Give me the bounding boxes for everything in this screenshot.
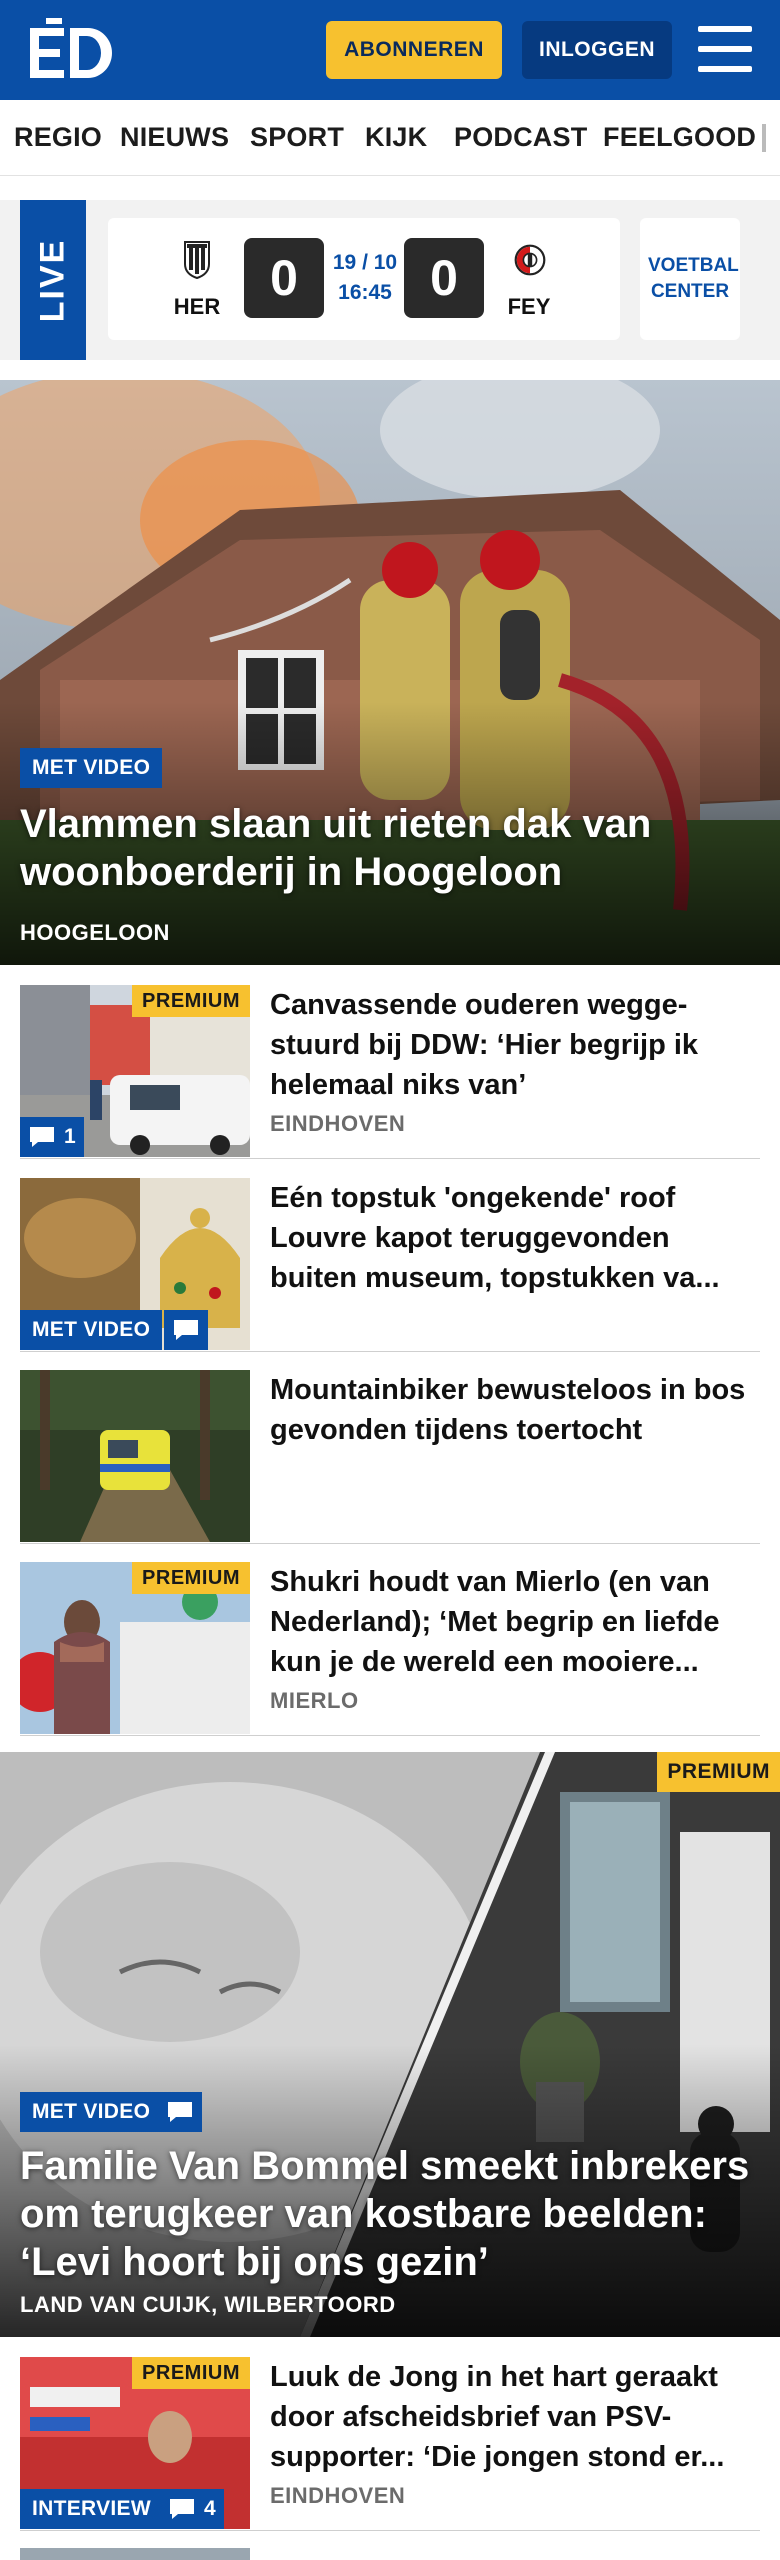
article-thumbnail: PREMIUM 1 [20,985,250,1157]
feyenoord-crest-icon [514,244,546,276]
ed-logo-icon [30,18,112,78]
login-button[interactable]: INLOGGEN [522,21,672,79]
home-score: 0 [244,238,324,318]
live-label: LIVE [33,238,72,322]
article-thumbnail: MET VIDEO [20,1178,250,1350]
home-club: HER [162,218,232,340]
site-header: ABONNEREN INLOGGEN [0,0,780,100]
voetbal-center-button[interactable]: VOETBAL CENTER [640,218,740,340]
away-score: 0 [404,238,484,318]
away-club-name: FEY [507,294,551,319]
article-title: Luuk de Jong in het hart geraakt door af… [270,2361,725,2473]
premium-badge: PREMIUM [132,1562,250,1594]
hero-title: Familie Van Bommel smeekt inbrekers om t… [20,2144,750,2284]
article-title: Eén topstuk 'ongekende' roof Louvre kapo… [270,1182,720,1294]
nav-item-sport[interactable]: SPORT [250,122,344,153]
article-item[interactable]: PREMIUM INTERVIEW 4 Luuk de Jong in het … [20,2357,760,2531]
article-thumbnail [20,1370,250,1542]
nav-item-podcast[interactable]: PODCAST [454,122,587,153]
article-title: Mountainbiker bewusteloos in bos gevonde… [270,1374,746,1446]
thumbnail-forest-image [20,1370,250,1542]
subscribe-button[interactable]: ABONNEREN [326,21,502,79]
match-datetime: 19 / 10 16:45 [320,248,410,308]
match-time: 16:45 [338,281,392,304]
article-location: MIERLO [270,1688,359,1713]
article-item[interactable]: PREMIUM Shukri houdt van Mierlo (en van … [20,1562,760,1736]
article-location: EINDHOVEN [270,1111,406,1136]
comments-badge[interactable]: 4 [160,2489,224,2529]
video-badge: MET VIDEO [20,748,163,788]
article-title: Shukri houdt van Mierlo (en van Nederlan… [270,1566,720,1678]
voetbal-center-label: VOETBAL CENTER [648,255,739,302]
video-badge: MET VIDEO [20,2092,163,2132]
nav-item-nieuws[interactable]: NIEUWS [120,122,229,153]
comment-icon [30,1127,54,1147]
premium-badge: PREMIUM [657,1752,780,1792]
article-item[interactable]: MET VIDEO Eén topstuk 'ongekende' roof L… [20,1178,760,1352]
nav-overflow-indicator [762,124,766,152]
article-thumbnail: PREMIUM [20,1562,250,1734]
article-item[interactable]: Mountainbiker bewusteloos in bos gevonde… [20,1370,760,1544]
away-club: FEY [494,218,564,340]
comments-badge[interactable] [164,1310,208,1350]
menu-icon[interactable] [698,26,752,72]
article-thumbnail: PREMIUM INTERVIEW 4 [20,2357,250,2529]
article-location: EINDHOVEN [270,2483,406,2508]
hero-location: HOOGELOON [20,920,170,945]
comment-icon [168,2102,192,2122]
hero-title: Vlammen slaan uit rieten dak van woonboe… [20,802,652,894]
match-card[interactable]: HER 0 19 / 10 16:45 0 FEY [108,218,620,340]
live-scores-bar: LIVE HER 0 19 / 10 16:45 0 FEY VOETBAL C… [0,200,780,360]
article-title: Canvassende ouderen wegge­stuurd bij DDW… [270,989,699,1101]
nav-item-kijk[interactable]: KIJK [365,122,427,153]
heracles-crest-icon [184,241,210,280]
comments-badge[interactable] [158,2092,202,2132]
premium-badge: PREMIUM [132,985,250,1017]
comment-icon [174,1320,198,1340]
video-badge: MET VIDEO [20,1310,163,1350]
nav-item-regio[interactable]: REGIO [14,122,102,153]
premium-badge: PREMIUM [132,2357,250,2389]
ed-logo[interactable] [28,18,116,80]
next-article-thumbnail-partial [20,2548,250,2560]
nav-item-feelgood[interactable]: FEELGOOD [603,122,756,153]
comments-badge[interactable]: 1 [20,1117,84,1157]
hero-location: LAND VAN CUIJK, WILBERTOORD [20,2292,396,2317]
main-nav: REGIO NIEUWS SPORT KIJK PODCAST FEELGOOD [0,100,780,176]
comment-count: 4 [204,2497,216,2520]
article-item[interactable]: PREMIUM 1 Canvassende ouderen wegge­stuu… [20,985,760,1159]
comment-icon [170,2499,194,2519]
comment-count: 1 [64,1125,76,1148]
home-club-name: HER [173,294,221,319]
hero-article-fire[interactable]: MET VIDEO Vlammen slaan uit rieten dak v… [0,380,780,965]
interview-badge: INTERVIEW [20,2489,163,2529]
hero-article-van-bommel[interactable]: PREMIUM MET VIDEO Familie Van Bommel sme… [0,1752,780,2337]
match-date: 19 / 10 [332,251,398,274]
